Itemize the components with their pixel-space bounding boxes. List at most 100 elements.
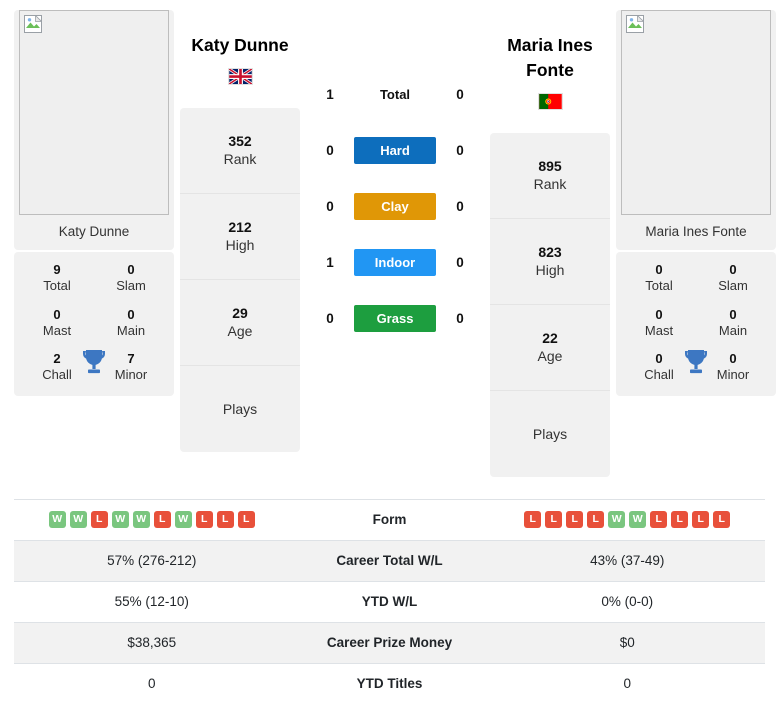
right-ytd-titles: 0 bbox=[623, 676, 631, 692]
table-row-career-total-wl: 57% (276-212) Career Total W/L 43% (37-4… bbox=[14, 540, 765, 582]
form-badge-loss: L bbox=[587, 511, 605, 529]
right-player-photo-column: Maria Ines Fonte 0 Total 0 Slam 0 Mast 0… bbox=[616, 10, 776, 396]
flag-gb-icon bbox=[227, 68, 253, 86]
row-label-ytd-wl: YTD W/L bbox=[361, 594, 418, 610]
right-rank-label: Rank bbox=[533, 176, 567, 193]
left-player-flag-wrap bbox=[180, 68, 300, 94]
trophy-stat: 0 Main bbox=[696, 307, 770, 340]
right-career-prize-money: $0 bbox=[619, 635, 635, 651]
trophy-stat-label: Mast bbox=[644, 322, 674, 338]
left-age-label: Age bbox=[227, 323, 253, 340]
left-career-wl: 57% (276-212) bbox=[107, 553, 197, 569]
right-plays-label: Plays bbox=[532, 425, 568, 442]
row-label-ytd-titles: YTD Titles bbox=[356, 676, 423, 692]
right-age-value: 22 bbox=[542, 330, 558, 346]
broken-image-icon bbox=[24, 15, 42, 33]
left-age-row: 29 Age bbox=[180, 280, 300, 366]
form-badge-win: W bbox=[48, 511, 66, 529]
left-player-photo-frame bbox=[19, 10, 169, 215]
trophy-stat: 0 Slam bbox=[94, 262, 168, 295]
scoreboard-row-total: 1 Total 0 bbox=[306, 66, 484, 122]
trophy-stat: 0 Total bbox=[622, 262, 696, 295]
trophy-stat-label: Mast bbox=[42, 322, 72, 338]
row-label-career-prize-money: Career Prize Money bbox=[326, 635, 453, 651]
trophy-stat: 0 Mast bbox=[622, 307, 696, 340]
trophy-stat-label: Total bbox=[43, 278, 71, 294]
left-player-photo-column: Katy Dunne 9 Total 0 Slam 0 Mast 0 Main … bbox=[14, 10, 174, 396]
trophy-stat-value: 0 bbox=[655, 262, 663, 278]
flag-pt-icon bbox=[537, 92, 563, 110]
left-high-value: 212 bbox=[228, 219, 252, 236]
form-badge-loss: L bbox=[216, 511, 234, 529]
trophy-stat-label: Total bbox=[645, 278, 673, 294]
trophy-stat: 9 Total bbox=[20, 262, 94, 295]
right-high-label: High bbox=[535, 262, 565, 279]
left-rank-value: 352 bbox=[228, 133, 252, 150]
right-player-flag-wrap bbox=[490, 92, 610, 119]
left-player-photo-card[interactable]: Katy Dunne bbox=[14, 10, 174, 251]
right-player-photo-frame bbox=[621, 10, 771, 215]
form-badge-loss: L bbox=[566, 511, 584, 529]
trophy-stat-label: Main bbox=[718, 322, 748, 338]
table-row-career-prize-money: $38,365 Career Prize Money $0 bbox=[14, 622, 765, 664]
right-player-name[interactable]: Maria Ines Fonte bbox=[490, 33, 610, 83]
scoreboard-left-score: 1 bbox=[326, 254, 334, 270]
left-player-info-column: Katy Dunne 352 Rank 212 High 29 Age Play… bbox=[174, 10, 306, 452]
trophy-stat: 0 Main bbox=[94, 307, 168, 340]
trophy-stat-value: 0 bbox=[655, 306, 663, 322]
trophy-stat-value: 0 bbox=[729, 306, 737, 322]
form-badge-loss: L bbox=[90, 511, 108, 529]
left-player-name[interactable]: Katy Dunne bbox=[180, 33, 300, 58]
right-age-row: 22 Age bbox=[490, 305, 610, 391]
table-row-ytd-titles: 0 YTD Titles 0 bbox=[14, 663, 765, 704]
surface-scoreboard: 1 Total 0 0 Hard 0 0 Clay 0 1 Indoor 0 0… bbox=[306, 10, 484, 346]
right-high-value: 823 bbox=[538, 244, 562, 260]
table-row-form: WWLWWLWLLL Form LLLLWWLLLL bbox=[14, 499, 765, 540]
scoreboard-row-indoor: 1 Indoor 0 bbox=[306, 234, 484, 290]
right-high-row: 823 High bbox=[490, 219, 610, 305]
scoreboard-left-score: 0 bbox=[326, 198, 334, 214]
surface-badge-clay[interactable]: Clay bbox=[354, 192, 436, 220]
form-badge-loss: L bbox=[713, 511, 731, 529]
left-form-cell: WWLWWLWLLL bbox=[14, 499, 290, 540]
left-plays-row: Plays bbox=[180, 366, 300, 452]
left-high-label: High bbox=[225, 237, 255, 254]
form-badge-win: W bbox=[608, 511, 626, 529]
right-player-trophy-card: 0 Total 0 Slam 0 Mast 0 Main 0 Chall 0 M… bbox=[616, 252, 776, 396]
form-badge-loss: L bbox=[195, 511, 213, 529]
form-badge-loss: L bbox=[650, 511, 668, 529]
scoreboard-right-score: 0 bbox=[456, 86, 464, 102]
trophy-icon bbox=[685, 350, 707, 374]
form-badge-win: W bbox=[174, 511, 192, 529]
surface-badge-grass[interactable]: Grass bbox=[354, 304, 436, 332]
left-player-info-card: 352 Rank 212 High 29 Age Plays bbox=[180, 107, 300, 452]
scoreboard-row-hard: 0 Hard 0 bbox=[306, 122, 484, 178]
broken-image-icon bbox=[626, 15, 644, 33]
right-form-badges: LLLLWWLLLL bbox=[522, 511, 732, 529]
scoreboard-right-score: 0 bbox=[456, 310, 464, 326]
form-badge-win: W bbox=[132, 511, 150, 529]
right-age-label: Age bbox=[537, 348, 563, 365]
left-ytd-titles: 0 bbox=[147, 676, 156, 692]
right-player-info-card: 895 Rank 823 High 22 Age Plays bbox=[490, 132, 610, 477]
scoreboard-surface-label: Total bbox=[379, 86, 411, 102]
head-to-head-comparison: Katy Dunne 9 Total 0 Slam 0 Mast 0 Main … bbox=[0, 0, 779, 477]
trophy-stat-value: 0 bbox=[127, 306, 135, 322]
trophy-stat: 0 Mast bbox=[20, 307, 94, 340]
trophy-stat-value: 9 bbox=[53, 262, 61, 278]
form-badge-loss: L bbox=[237, 511, 255, 529]
right-rank-row: 895 Rank bbox=[490, 133, 610, 219]
left-career-prize-money: $38,365 bbox=[127, 635, 177, 651]
form-badge-win: W bbox=[69, 511, 87, 529]
trophy-stat-label: Slam bbox=[116, 278, 146, 294]
trophy-stat-label: Slam bbox=[718, 278, 748, 294]
left-player-trophy-card: 9 Total 0 Slam 0 Mast 0 Main 2 Chall 7 M… bbox=[14, 252, 174, 396]
right-rank-value: 895 bbox=[538, 158, 562, 174]
surface-badge-hard[interactable]: Hard bbox=[354, 136, 436, 164]
table-row-ytd-wl: 55% (12-10) YTD W/L 0% (0-0) bbox=[14, 581, 765, 622]
left-age-value: 29 bbox=[232, 305, 248, 322]
surface-badge-indoor[interactable]: Indoor bbox=[354, 248, 436, 276]
right-plays-row: Plays bbox=[490, 391, 610, 477]
scoreboard-left-score: 1 bbox=[326, 86, 334, 102]
right-player-photo-card[interactable]: Maria Ines Fonte bbox=[616, 10, 776, 251]
